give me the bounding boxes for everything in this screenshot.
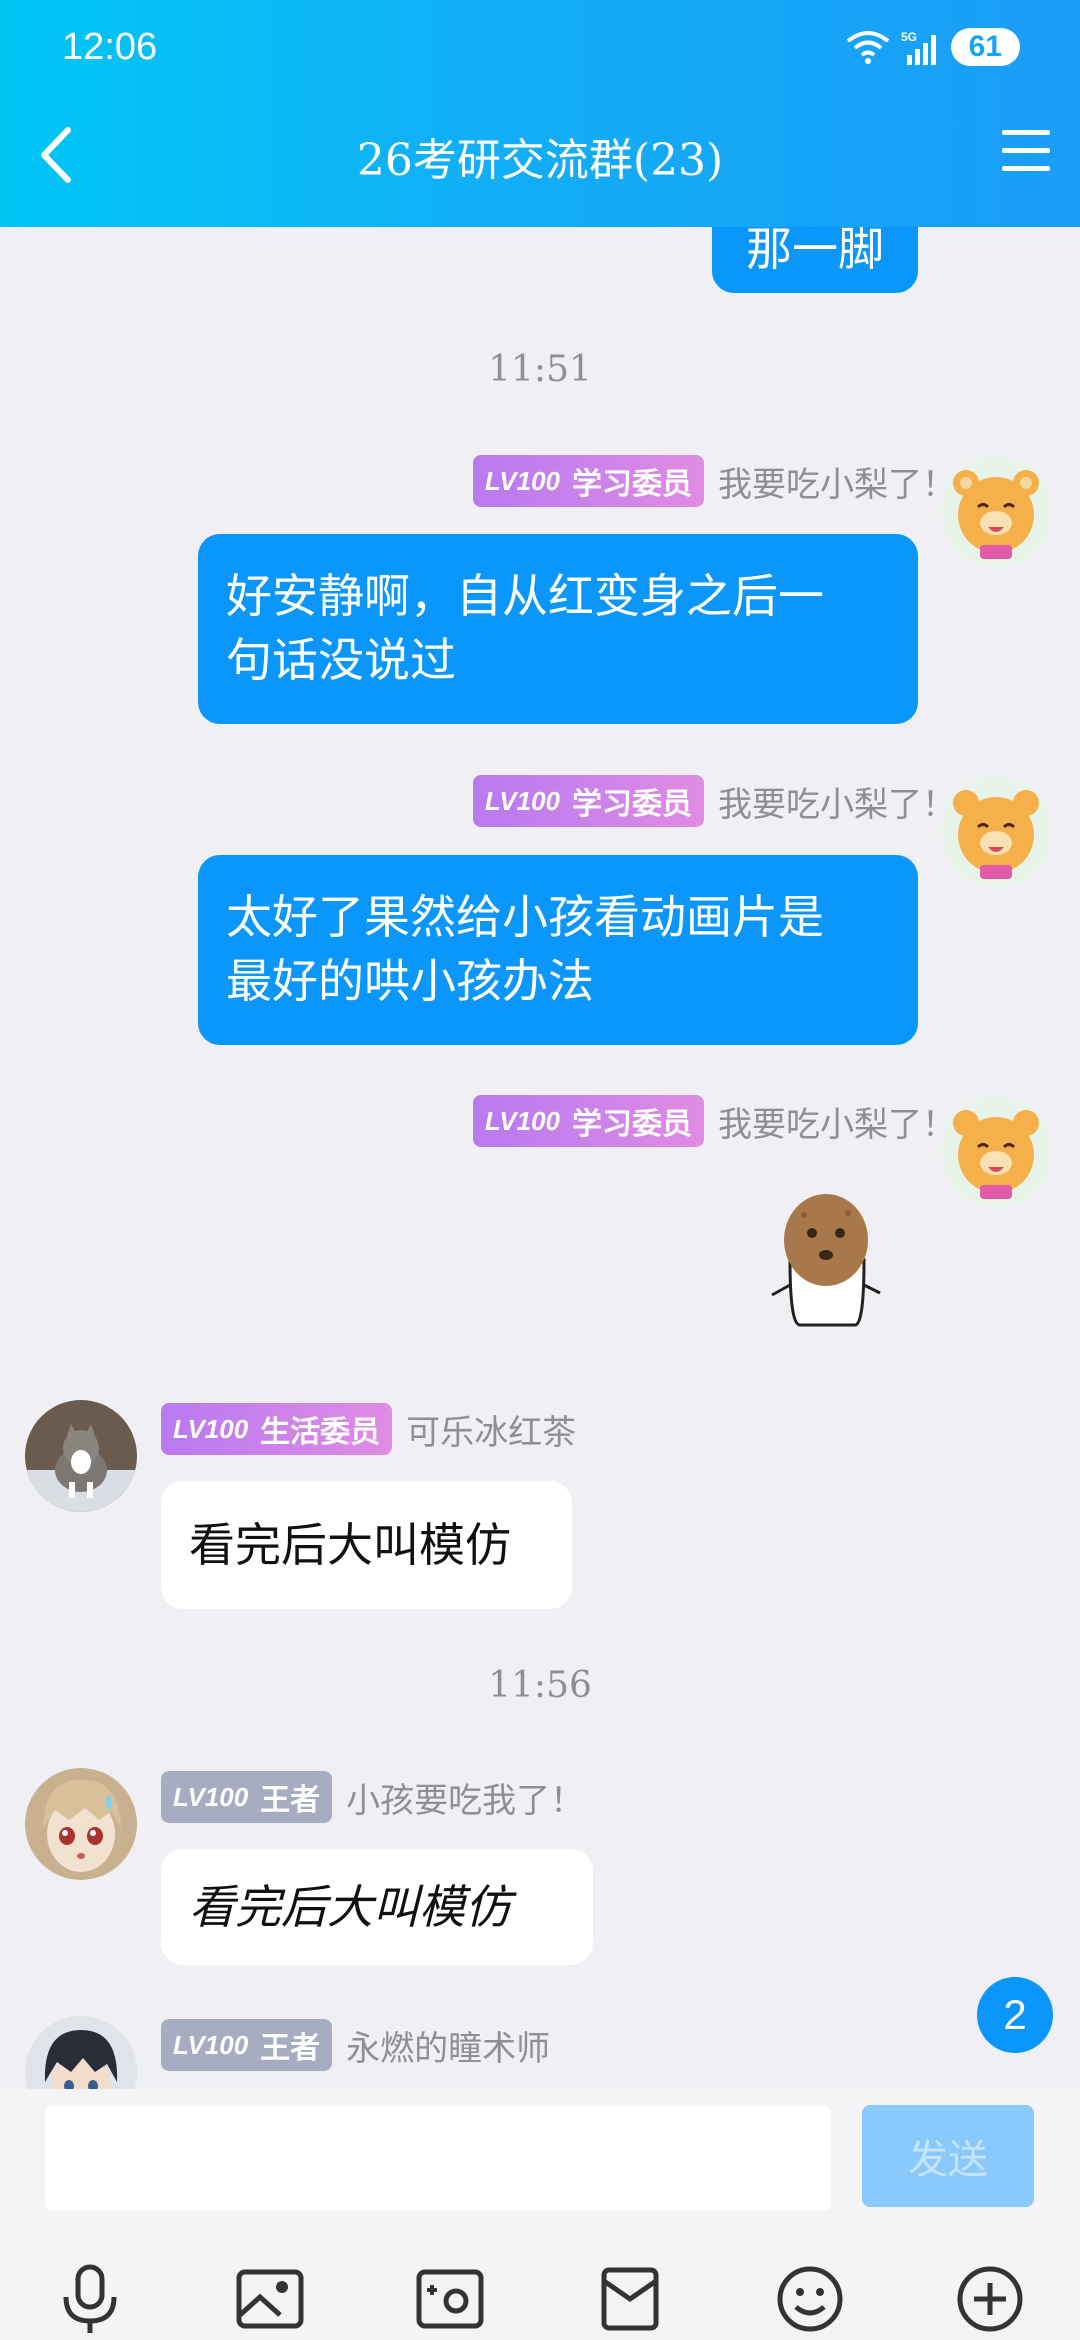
cat-avatar-icon	[25, 1400, 137, 1512]
menu-icon[interactable]	[1000, 124, 1052, 178]
svg-text:5G: 5G	[901, 30, 917, 44]
member-title-badge: LV100 生活委员	[161, 1403, 393, 1455]
red-packet-icon[interactable]	[590, 2259, 670, 2339]
message-bubble[interactable]: 太好了果然给小孩看动画片是 最好的哄小孩办法	[198, 855, 918, 1045]
sender-meta: LV100 生活委员 可乐冰红茶	[161, 1403, 576, 1455]
unread-count-badge[interactable]: 2	[977, 1977, 1053, 2053]
sender-nickname: 可乐冰红茶	[406, 1412, 577, 1453]
title-bar: 12:06 5G 61 26考研交流群(23)	[0, 0, 1080, 227]
status-time: 12:06	[62, 26, 158, 68]
image-icon[interactable]	[230, 2259, 310, 2339]
anime-boy-avatar-icon	[25, 2016, 137, 2089]
signal-icon: 5G	[901, 30, 936, 65]
member-title-badge: LV100 学习委员	[472, 775, 704, 827]
message-bubble[interactable]: 好安静啊，自从红变身之后一 句话没说过	[198, 534, 918, 724]
avatar[interactable]	[25, 2016, 137, 2089]
message-bubble[interactable]: 看完后大叫模仿	[161, 1481, 572, 1609]
avatar[interactable]	[940, 1095, 1052, 1207]
message-text: 看完后大叫模仿	[189, 1880, 511, 1934]
member-title-badge: LV100 王者	[161, 2019, 333, 2071]
potato-ghost-sticker[interactable]	[760, 1185, 890, 1335]
avatar[interactable]	[940, 455, 1052, 567]
bear-avatar-icon	[940, 775, 1052, 887]
sender-meta: LV100 学习委员 我要吃小梨了！	[472, 455, 956, 507]
sender-meta: LV100 王者 小孩要吃我了！	[161, 1771, 584, 1823]
sender-meta: LV100 王者 永燃的瞳术师	[161, 2019, 550, 2071]
message-bubble-partial[interactable]: 那一脚	[712, 227, 918, 293]
wifi-icon	[846, 31, 889, 64]
chat-title: 26考研交流群(23)	[356, 135, 724, 186]
send-button[interactable]: 发送	[862, 2105, 1034, 2207]
message-text-line: 最好的哄小孩办法	[226, 954, 594, 1008]
sender-meta: LV100 学习委员 我要吃小梨了！	[472, 775, 956, 827]
time-separator: 11:51	[488, 349, 592, 390]
message-text-line: 好安静啊，自从红变身之后一	[226, 569, 824, 623]
member-title-badge: LV100 王者	[161, 1771, 333, 1823]
camera-icon[interactable]	[410, 2259, 490, 2339]
message-text-line: 太好了果然给小孩看动画片是	[226, 890, 824, 944]
message-text: 看完后大叫模仿	[189, 1518, 511, 1572]
message-text: 那一脚	[746, 227, 884, 276]
plus-icon[interactable]	[950, 2259, 1030, 2339]
microphone-icon[interactable]	[50, 2259, 130, 2339]
member-title-badge: LV100 学习委员	[472, 1095, 704, 1147]
message-bubble[interactable]: 看完后大叫模仿	[161, 1849, 593, 1965]
message-list[interactable]: 那一脚 11:51 LV100 学习委员 我要吃小梨了！ 好安静啊，自从红变身之…	[0, 227, 1080, 2089]
sender-nickname: 我要吃小梨了！	[718, 464, 956, 505]
sender-meta: LV100 学习委员 我要吃小梨了！	[472, 1095, 956, 1147]
input-bar: 发送	[0, 2089, 1080, 2340]
sender-nickname: 我要吃小梨了！	[718, 784, 956, 825]
battery-indicator: 61	[950, 28, 1020, 66]
sender-nickname: 永燃的瞳术师	[346, 2028, 551, 2069]
avatar[interactable]	[940, 775, 1052, 887]
status-icons: 5G 61	[845, 28, 1020, 66]
avatar[interactable]	[25, 1768, 137, 1880]
sender-nickname: 我要吃小梨了！	[718, 1104, 956, 1145]
time-separator: 11:56	[488, 1665, 592, 1706]
anime-girl-avatar-icon	[25, 1768, 137, 1880]
bear-avatar-icon	[940, 1095, 1052, 1207]
emoji-icon[interactable]	[770, 2259, 850, 2339]
message-input[interactable]	[45, 2105, 831, 2211]
avatar[interactable]	[25, 1400, 137, 1512]
bear-avatar-icon	[940, 455, 1052, 567]
member-title-badge: LV100 学习委员	[472, 455, 704, 507]
sender-nickname: 小孩要吃我了！	[346, 1780, 585, 1821]
message-text-line: 句话没说过	[226, 633, 456, 687]
